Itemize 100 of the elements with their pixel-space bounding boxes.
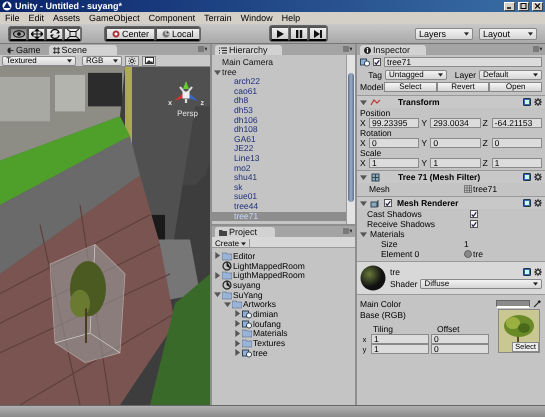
checkbox[interactable]: [470, 210, 478, 218]
tool-button[interactable]: [27, 26, 45, 40]
hierarchy-item[interactable]: tree44: [212, 202, 346, 212]
play-button[interactable]: [270, 26, 289, 41]
menu-item[interactable]: Window: [240, 13, 273, 23]
number-field[interactable]: 0: [492, 138, 542, 148]
gear-icon[interactable]: [534, 98, 542, 106]
project-item[interactable]: LigthMappedRoom: [212, 270, 355, 280]
name-field[interactable]: tree71: [384, 57, 542, 67]
gear-icon[interactable]: [534, 268, 542, 276]
close-button[interactable]: [532, 2, 543, 10]
color-field[interactable]: [496, 300, 530, 308]
help-book-icon[interactable]: [523, 98, 531, 106]
hierarchy-item[interactable]: mo2: [212, 164, 346, 174]
number-field[interactable]: -64.21153: [492, 118, 542, 128]
gear-icon[interactable]: [534, 173, 542, 181]
tool-button[interactable]: [9, 26, 27, 40]
tiling-field[interactable]: 1: [371, 334, 429, 344]
expand-arrow-icon[interactable]: [214, 291, 221, 298]
project-item[interactable]: tree: [212, 348, 355, 358]
channel-dropdown[interactable]: RGB: [82, 56, 122, 66]
hierarchy-item[interactable]: dh8: [212, 96, 346, 106]
panel-tab[interactable]: Inspector: [360, 45, 426, 55]
expand-arrow-icon[interactable]: [234, 349, 241, 356]
project-item[interactable]: LightMappedRoom: [212, 260, 355, 270]
checkbox[interactable]: [384, 199, 392, 207]
project-item[interactable]: Editor: [212, 251, 355, 261]
expand-arrow-icon[interactable]: [360, 174, 367, 180]
hierarchy-item[interactable]: dh108: [212, 125, 346, 135]
hierarchy-item[interactable]: arch22: [212, 77, 346, 87]
project-item[interactable]: SuYang: [212, 290, 355, 300]
expand-arrow-icon[interactable]: [234, 320, 241, 328]
view-mode-label[interactable]: Persp: [177, 109, 198, 118]
lighting-toggle[interactable]: [125, 56, 139, 66]
expand-arrow-icon[interactable]: [360, 230, 367, 238]
number-field[interactable]: 1: [369, 158, 420, 168]
hierarchy-item[interactable]: shu41: [212, 173, 346, 183]
material-field[interactable]: tre: [464, 249, 483, 259]
panel-menu-icon[interactable]: [343, 228, 352, 234]
menu-item[interactable]: File: [5, 13, 20, 23]
model-button[interactable]: Select: [384, 82, 437, 92]
number-field[interactable]: 293.0034: [430, 118, 481, 128]
expand-arrow-icon[interactable]: [360, 98, 367, 106]
menu-item[interactable]: Assets: [53, 13, 80, 23]
panel-tab[interactable]: Scene: [48, 45, 118, 55]
number-field[interactable]: 1: [492, 158, 542, 168]
help-book-icon[interactable]: [523, 268, 531, 276]
pause-button[interactable]: [288, 26, 308, 41]
hierarchy-item[interactable]: JE22: [212, 144, 346, 154]
layer-dropdown[interactable]: Default: [479, 70, 542, 80]
project-item[interactable]: dimian: [212, 309, 355, 319]
model-button[interactable]: Revert: [436, 82, 490, 92]
pivot-button[interactable]: Local: [155, 26, 200, 40]
expand-arrow-icon[interactable]: [234, 340, 241, 347]
pivot-button[interactable]: Center: [105, 26, 156, 40]
hierarchy-item[interactable]: sue01: [212, 192, 346, 202]
panel-tab[interactable]: Game: [3, 45, 49, 55]
image-toggle[interactable]: [142, 56, 156, 66]
project-item[interactable]: Textures: [212, 338, 355, 348]
menu-item[interactable]: Help: [282, 13, 300, 23]
panel-menu-icon[interactable]: [198, 46, 207, 52]
hierarchy-item[interactable]: Main Camera: [212, 58, 346, 68]
project-item[interactable]: Artworks: [212, 299, 355, 310]
expand-arrow-icon[interactable]: [214, 272, 221, 279]
number-field[interactable]: 99.23395: [369, 118, 420, 128]
hierarchy-item[interactable]: GA61: [212, 134, 346, 144]
project-item[interactable]: Materials: [212, 328, 355, 338]
hierarchy-item[interactable]: dh53: [212, 106, 346, 116]
panel-tab[interactable]: Project: [215, 227, 276, 237]
hierarchy-item[interactable]: sk: [212, 182, 346, 192]
shader-dropdown[interactable]: Diffuse: [420, 279, 542, 289]
hierarchy-item[interactable]: dh106: [212, 116, 346, 126]
maximize-button[interactable]: [518, 2, 529, 10]
help-book-icon[interactable]: [523, 173, 531, 181]
offset-field[interactable]: 0: [431, 344, 489, 354]
help-book-icon[interactable]: [523, 199, 531, 207]
scrollbar[interactable]: [346, 55, 355, 224]
menu-item[interactable]: Component: [148, 13, 196, 23]
number-field[interactable]: 0: [430, 138, 481, 148]
gear-icon[interactable]: [534, 199, 542, 207]
step-button[interactable]: [308, 26, 327, 41]
expand-arrow-icon[interactable]: [234, 330, 241, 337]
model-button[interactable]: Open: [489, 82, 542, 92]
hierarchy-item[interactable]: cao61: [212, 86, 346, 96]
expand-arrow-icon[interactable]: [214, 68, 221, 76]
project-item[interactable]: suyang: [212, 280, 355, 290]
tiling-field[interactable]: 1: [371, 344, 429, 354]
hierarchy-item[interactable]: Line13: [212, 154, 346, 164]
panel-tab[interactable]: Hierarchy: [215, 45, 282, 55]
menu-item[interactable]: Terrain: [204, 13, 232, 23]
number-field[interactable]: 1: [430, 158, 481, 168]
expand-arrow-icon[interactable]: [214, 252, 221, 260]
tool-button[interactable]: [45, 26, 63, 40]
expand-arrow-icon[interactable]: [360, 200, 367, 206]
menu-item[interactable]: Edit: [28, 13, 44, 23]
hierarchy-item[interactable]: tree: [212, 68, 346, 78]
checkbox[interactable]: [470, 220, 478, 228]
layout-dropdown[interactable]: Layout: [479, 28, 537, 40]
expand-arrow-icon[interactable]: [234, 310, 241, 318]
eyedropper-icon[interactable]: [533, 299, 542, 308]
